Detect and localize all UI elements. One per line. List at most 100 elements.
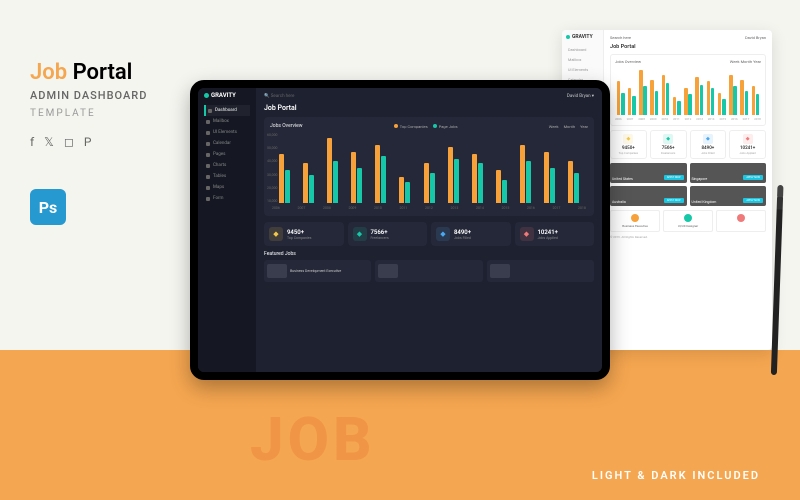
bar[interactable] [632, 96, 636, 115]
bar[interactable] [722, 99, 726, 115]
bar[interactable] [472, 154, 477, 203]
pinterest-icon[interactable]: P [84, 135, 92, 149]
country-card[interactable]: SingaporeAPPLY NOW [690, 163, 767, 183]
bar[interactable] [733, 86, 737, 115]
bar[interactable] [688, 94, 692, 115]
user-menu[interactable]: David Bryan ▾ [567, 94, 594, 99]
bar[interactable] [628, 88, 632, 115]
bar[interactable] [478, 163, 483, 203]
bar[interactable] [375, 145, 380, 203]
bar[interactable] [707, 81, 711, 115]
apply-button[interactable]: APPLY NOW [743, 198, 763, 203]
bar[interactable] [666, 83, 670, 115]
twitter-icon[interactable]: 𝕏 [44, 135, 54, 149]
bar[interactable] [662, 75, 666, 115]
nav-dashboard[interactable]: Dashboard [566, 44, 599, 54]
bar[interactable] [756, 94, 760, 115]
featured-job-card[interactable] [375, 260, 482, 282]
featured-title: Featured Jobs [264, 251, 594, 257]
brand-logo[interactable]: GRAVITY [566, 34, 599, 40]
bar[interactable] [520, 145, 525, 203]
nav-mailbox[interactable]: Mailbox [204, 116, 250, 127]
bar[interactable] [381, 156, 386, 203]
bar[interactable] [677, 101, 681, 115]
stat-card[interactable]: ◆9450+Top Companies [610, 130, 647, 159]
stat-card[interactable]: ◆7566+Freelancers [348, 222, 428, 246]
stat-card[interactable]: ◆7566+Freelancers [650, 130, 687, 159]
nav-ui[interactable]: UI Elements [566, 64, 599, 74]
bar[interactable] [621, 93, 625, 115]
facebook-icon[interactable]: f [30, 135, 34, 149]
bar[interactable] [327, 138, 332, 203]
role-card[interactable]: UI/UX Designer [663, 210, 713, 232]
bar[interactable] [502, 180, 507, 203]
nav-pages[interactable]: Pages [204, 149, 250, 160]
bar[interactable] [430, 173, 435, 203]
bar[interactable] [303, 163, 308, 203]
bar[interactable] [309, 175, 314, 203]
nav-charts[interactable]: Charts [204, 160, 250, 171]
chart-tabs[interactable]: WeekMonthYear [549, 124, 588, 129]
apply-button[interactable]: APPLY NOW [743, 175, 763, 180]
bar[interactable] [650, 80, 654, 115]
bar[interactable] [568, 161, 573, 203]
bar[interactable] [752, 86, 756, 115]
bar[interactable] [745, 91, 749, 115]
stat-card[interactable]: ◆10241+Jobs Applied [729, 130, 766, 159]
user-menu[interactable]: David Bryan [745, 35, 766, 40]
bar[interactable] [496, 170, 501, 203]
bar[interactable] [700, 85, 704, 115]
nav-maps[interactable]: Maps [204, 182, 250, 193]
bar[interactable] [454, 159, 459, 203]
bar[interactable] [711, 88, 715, 115]
brand-logo[interactable]: GRAVITY [204, 92, 250, 99]
bar[interactable] [718, 93, 722, 115]
bar[interactable] [643, 86, 647, 115]
bar[interactable] [617, 81, 621, 115]
nav-calendar[interactable]: Calendar [204, 138, 250, 149]
bar[interactable] [673, 97, 677, 115]
country-card[interactable]: United StatesAPPLY NOW [610, 163, 687, 183]
bar[interactable] [448, 147, 453, 203]
bar[interactable] [405, 182, 410, 203]
stat-card[interactable]: ◆9450+Top Companies [264, 222, 344, 246]
apply-button[interactable]: APPLY NOW [664, 198, 684, 203]
bar[interactable] [357, 168, 362, 203]
stat-card[interactable]: ◆8490+Jobs Filled [690, 130, 727, 159]
bar[interactable] [399, 177, 404, 203]
top-bar: 🔍 Search here David Bryan ▾ [264, 94, 594, 99]
bar[interactable] [544, 152, 549, 203]
country-card[interactable]: AustraliaAPPLY NOW [610, 186, 687, 206]
nav-dashboard[interactable]: Dashboard [204, 105, 250, 116]
bar[interactable] [639, 70, 643, 115]
bar[interactable] [424, 163, 429, 203]
nav-tables[interactable]: Tables [204, 171, 250, 182]
bar[interactable] [740, 80, 744, 115]
bar[interactable] [655, 91, 659, 115]
stat-card[interactable]: ◆10241+Jobs Applied [515, 222, 595, 246]
search-input[interactable]: 🔍 Search here [264, 94, 294, 99]
bar[interactable] [285, 170, 290, 203]
bar[interactable] [279, 154, 284, 203]
bar[interactable] [695, 77, 699, 115]
bar[interactable] [550, 168, 555, 203]
bar[interactable] [729, 75, 733, 115]
role-card[interactable] [716, 210, 766, 232]
bar[interactable] [574, 173, 579, 203]
bar[interactable] [684, 88, 688, 115]
search-input[interactable]: Search here [610, 35, 631, 40]
bar[interactable] [526, 161, 531, 203]
nav-mailbox[interactable]: Mailbox [566, 54, 599, 64]
chart-tabs[interactable]: Week Month Year [730, 59, 761, 64]
role-card[interactable]: Business Executive [610, 210, 660, 232]
featured-job-card[interactable] [487, 260, 594, 282]
nav-form[interactable]: Form [204, 193, 250, 204]
country-card[interactable]: United KingdomAPPLY NOW [690, 186, 767, 206]
stat-card[interactable]: ◆8490+Jobs Filled [431, 222, 511, 246]
instagram-icon[interactable]: ◻ [64, 135, 74, 149]
featured-job-card[interactable]: Business Development Executive [264, 260, 371, 282]
bar[interactable] [333, 161, 338, 203]
nav-ui[interactable]: UI Elements [204, 127, 250, 138]
apply-button[interactable]: APPLY NOW [664, 175, 684, 180]
bar[interactable] [351, 152, 356, 203]
